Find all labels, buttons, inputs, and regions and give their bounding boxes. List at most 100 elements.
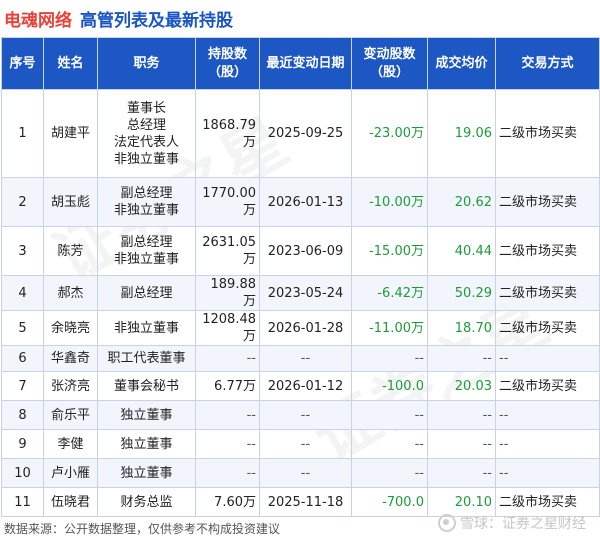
row-number: 7: [1, 371, 44, 401]
trade-method: 二级市场买卖: [495, 177, 600, 227]
change-date: --: [259, 458, 352, 488]
trade-method: 二级市场买卖: [495, 226, 600, 276]
executive-role: 职工代表董事: [97, 345, 196, 372]
change-date: 2026-01-28: [259, 310, 352, 346]
trade-method: 二级市场买卖: [495, 310, 600, 346]
executive-role: 独立董事: [97, 429, 196, 459]
executive-role: 董事会秘书: [97, 371, 196, 401]
average-price: 20.62: [427, 177, 496, 227]
row-number: 11: [1, 487, 44, 517]
row-number: 6: [1, 345, 44, 372]
table-row: 4 郝杰 副总经理 189.88万 2023-05-24 -6.42万 50.29 二级市场买…: [1, 275, 600, 311]
executive-name: 陈芳: [43, 226, 98, 276]
table-row: 3 陈芳 副总经理 非独立董事 2631.05万 2023-06-09 -15.00万 40.…: [1, 226, 600, 276]
trade-method: --: [495, 458, 600, 488]
average-price: --: [427, 429, 496, 459]
trade-method: --: [495, 400, 600, 430]
executive-name: 伍晓君: [43, 487, 98, 517]
change-date: 2026-01-12: [259, 371, 352, 401]
trade-method: 二级市场买卖: [495, 275, 600, 311]
change-shares: -15.00万: [351, 226, 428, 276]
holding-shares: --: [195, 345, 260, 372]
change-shares: --: [351, 400, 428, 430]
role-line: 独立董事: [120, 465, 173, 481]
column-header: 变动股数 （股）: [351, 37, 428, 90]
holding-shares: --: [195, 400, 260, 430]
change-shares: -6.42万: [351, 275, 428, 311]
holding-shares: 2631.05万: [195, 226, 260, 276]
average-price: --: [427, 458, 496, 488]
holding-shares: 1208.48万: [195, 310, 260, 346]
row-number: 5: [1, 310, 44, 346]
average-price: --: [427, 345, 496, 372]
holding-shares: --: [195, 429, 260, 459]
column-header: 职务: [97, 37, 196, 90]
executive-role: 副总经理 非独立董事: [97, 226, 196, 276]
change-date: --: [259, 345, 352, 372]
row-number: 3: [1, 226, 44, 276]
row-number: 8: [1, 400, 44, 430]
role-line: 董事会秘书: [113, 378, 179, 394]
change-date: 2023-06-09: [259, 226, 352, 276]
column-header: 持股数 （股）: [195, 37, 260, 90]
holding-shares: 1770.00万: [195, 177, 260, 227]
change-shares: -11.00万: [351, 310, 428, 346]
holding-shares: 1868.79万: [195, 89, 260, 178]
role-line: 总经理: [126, 117, 166, 133]
change-date: 2023-05-24: [259, 275, 352, 311]
column-header: 交易方式: [495, 37, 600, 90]
company-name: 电魂网络: [4, 10, 72, 31]
table-row: 6 华鑫奇 职工代表董事 -- -- -- -- --: [1, 345, 600, 372]
executive-name: 李健: [43, 429, 98, 459]
executive-role: 独立董事: [97, 400, 196, 430]
table-body: 1 胡建平 董事长 总经理 法定代表人 非独立董事 1868.79万 2025-09-25 -2…: [1, 89, 600, 517]
table-row: 10 卢小雁 独立董事 -- -- -- -- --: [1, 458, 600, 488]
trade-method: --: [495, 345, 600, 372]
row-number: 2: [1, 177, 44, 227]
role-line: 非独立董事: [113, 203, 179, 218]
row-number: 1: [1, 89, 44, 178]
average-price: 20.03: [427, 371, 496, 401]
change-date: 2025-09-25: [259, 89, 352, 178]
table-header-row: 序号 姓名 职务 持股数 （股） 最近变动日期 变动股数 （股） 成交均价 交易方式: [1, 37, 600, 90]
role-line: 独立董事: [120, 436, 173, 452]
column-header: 序号: [1, 37, 44, 90]
role-line: 职工代表董事: [107, 351, 186, 366]
change-shares: --: [351, 345, 428, 372]
role-line: 非独立董事: [113, 320, 179, 336]
table-row: 5 余晓亮 非独立董事 1208.48万 2026-01-28 -11.00万 18.70 二…: [1, 310, 600, 346]
role-line: 法定代表人: [113, 134, 179, 150]
column-header: 成交均价: [427, 37, 496, 90]
executive-name: 张济亮: [43, 371, 98, 401]
average-price: 40.44: [427, 226, 496, 276]
holding-shares: 189.88万: [195, 275, 260, 311]
table-row: 9 李健 独立董事 -- -- -- -- --: [1, 429, 600, 459]
average-price: 18.70: [427, 310, 496, 346]
table-row: 1 胡建平 董事长 总经理 法定代表人 非独立董事 1868.79万 2025-09-25 -2…: [1, 89, 600, 178]
average-price: 50.29: [427, 275, 496, 311]
executive-name: 俞乐平: [43, 400, 98, 430]
change-shares: -700.0: [351, 487, 428, 517]
row-number: 9: [1, 429, 44, 459]
column-header: 姓名: [43, 37, 98, 90]
change-shares: --: [351, 458, 428, 488]
role-line: 非独立董事: [113, 151, 179, 167]
change-shares: --: [351, 429, 428, 459]
brand-watermark: 雪球：证券之星财经: [438, 513, 586, 533]
table-row: 2 胡玉彪 副总经理 非独立董事 1770.00万 2026-01-13 -10.00万 20…: [1, 177, 600, 227]
role-line: 独立董事: [120, 407, 173, 423]
change-date: --: [259, 429, 352, 459]
row-number: 10: [1, 458, 44, 488]
change-shares: -100.0: [351, 371, 428, 401]
row-number: 4: [1, 275, 44, 311]
title-bar: 电魂网络 高管列表及最新持股: [0, 0, 600, 36]
column-header: 最近变动日期: [259, 37, 352, 90]
executive-name: 胡玉彪: [43, 177, 98, 227]
executive-name: 胡建平: [43, 89, 98, 178]
executive-name: 卢小雁: [43, 458, 98, 488]
brand-text: 雪球：证券之星财经: [460, 516, 586, 532]
average-price: --: [427, 400, 496, 430]
executive-name: 余晓亮: [43, 310, 98, 346]
page-title: 高管列表及最新持股: [80, 10, 233, 31]
executive-role: 非独立董事: [97, 310, 196, 346]
